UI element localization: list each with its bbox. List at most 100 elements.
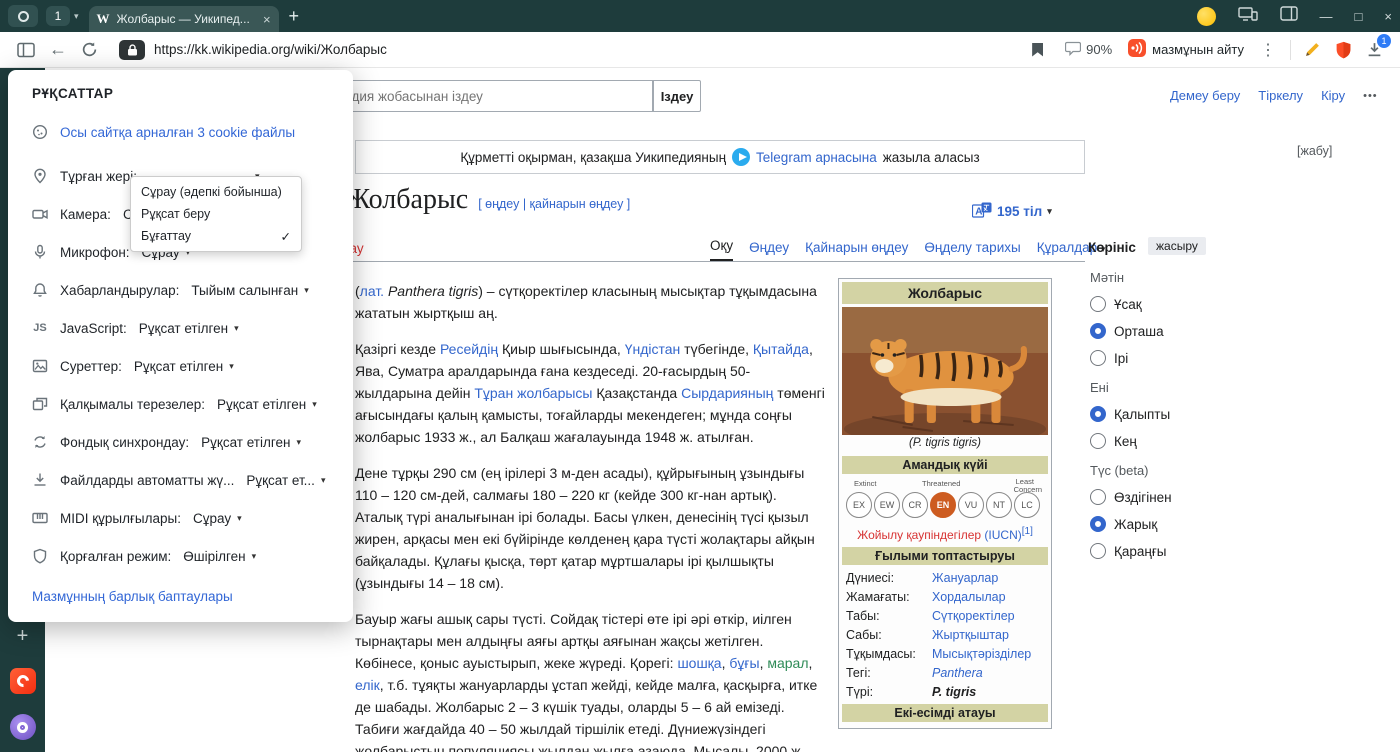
check-icon: ✓: [281, 229, 291, 244]
edit-pencil-icon[interactable]: [1304, 41, 1321, 58]
iucn-link[interactable]: (IUCN): [984, 528, 1021, 542]
radio-color-light[interactable]: Жарық: [1090, 516, 1220, 532]
protected-mode-dropdown[interactable]: Өшірілген▾: [183, 549, 256, 564]
tab-close-icon[interactable]: ×: [263, 12, 271, 27]
tab-edit[interactable]: Өңдеу: [749, 240, 789, 261]
radio-color-auto[interactable]: Өздігінен: [1090, 489, 1220, 505]
inline-link[interactable]: Ресейдің: [440, 341, 498, 357]
inline-link[interactable]: марал: [767, 655, 808, 671]
inline-link[interactable]: елік: [355, 677, 380, 693]
language-selector[interactable]: A 195 тіл ▾: [972, 202, 1052, 221]
lock-icon[interactable]: [119, 40, 145, 60]
devices-icon[interactable]: [1238, 6, 1258, 27]
location-dropdown-menu: Сұрау (әдепкі бойынша) Рұқсат беру Бұғат…: [130, 176, 302, 252]
text-span: Қиыр шығысында,: [498, 341, 625, 357]
add-panel-icon[interactable]: +: [17, 625, 29, 648]
address-bar[interactable]: https://kk.wikipedia.org/wiki/Жолбарыс: [113, 36, 1049, 64]
midi-dropdown[interactable]: Сұрау▾: [193, 511, 242, 526]
menu-item-block-selected[interactable]: Бұғаттау✓: [131, 225, 301, 247]
sidebar-toggle-icon[interactable]: [17, 42, 35, 58]
permission-value: Рұқсат етілген: [139, 321, 228, 336]
taxonomy-link[interactable]: Жануарлар: [932, 571, 998, 585]
inline-link[interactable]: шошқа: [677, 655, 721, 671]
tab-history[interactable]: Өңделу тарихы: [924, 240, 1020, 261]
tab-counter[interactable]: 1: [46, 6, 70, 26]
inline-link[interactable]: лат.: [360, 283, 384, 299]
tab-list-chevron-icon[interactable]: ▾: [74, 11, 79, 22]
menu-item-ask-default[interactable]: Сұрау (әдепкі бойынша): [131, 181, 301, 203]
permission-label: JavaScript:: [60, 321, 127, 336]
inline-link[interactable]: Сырдарияның: [681, 385, 773, 401]
radio-color-dark[interactable]: Қараңғы: [1090, 543, 1220, 559]
bookmark-icon[interactable]: [1032, 43, 1043, 57]
browser-logo-icon[interactable]: [10, 714, 36, 740]
account-avatar[interactable]: [1197, 7, 1216, 26]
tiger-photo[interactable]: [842, 307, 1048, 435]
wiki-search-button[interactable]: Іздеу: [653, 80, 701, 112]
protect-shield-icon[interactable]: [1335, 41, 1352, 59]
minimize-button[interactable]: —: [1320, 9, 1333, 24]
browser-menu-button[interactable]: [8, 5, 38, 27]
status-ew: EW: [874, 492, 900, 518]
taxonomy-link[interactable]: Жыртқыштар: [932, 628, 1009, 642]
header-more-icon[interactable]: •••: [1363, 90, 1378, 102]
tab-edit-source[interactable]: Қайнарын өңдеу: [805, 240, 908, 261]
page-tabs-row: Талқылау Оқу Өңдеу Қайнарын өңдеу Өңделу…: [303, 234, 1085, 262]
radio-text-large[interactable]: Ірі: [1090, 350, 1220, 366]
telegram-link[interactable]: Telegram арнасына: [756, 150, 877, 165]
popups-dropdown[interactable]: Рұқсат етілген▾: [217, 397, 317, 412]
taxonomy-link[interactable]: Мысықтәрізділер: [932, 647, 1031, 661]
cookie-icon: [32, 124, 48, 140]
inline-link[interactable]: Үндістан: [625, 341, 681, 357]
permission-label: Файлдарды автоматты жү...: [60, 473, 234, 488]
back-icon[interactable]: ←: [49, 39, 67, 60]
register-link[interactable]: Тіркелу: [1258, 88, 1303, 103]
chevron-down-icon: ▾: [234, 323, 239, 334]
article-paragraph: (лат. Panthera tigris) – сүтқоректілер к…: [355, 280, 825, 324]
downloads-icon[interactable]: 1: [1366, 41, 1383, 58]
maximize-button[interactable]: □: [1355, 9, 1363, 24]
active-tab[interactable]: W Жолбарыс — Уикипед... ×: [89, 6, 279, 32]
window-close-button[interactable]: ×: [1384, 9, 1392, 24]
permissions-title: РҰҚСАТТАР: [32, 86, 333, 101]
radio-text-small[interactable]: Ұсақ: [1090, 296, 1220, 312]
yandex-app-icon[interactable]: [10, 668, 36, 694]
status-red-link[interactable]: Жойылу қаупіндегілер: [857, 528, 981, 542]
more-options-icon[interactable]: ⋮: [1260, 40, 1276, 60]
taxonomy-row: Тұқымдасы:Мысықтәрізділер: [842, 644, 1048, 663]
donate-link[interactable]: Демеу беру: [1170, 88, 1240, 103]
auto-downloads-dropdown[interactable]: Рұқсат ет...▾: [246, 473, 325, 488]
radio-width-wide[interactable]: Кең: [1090, 433, 1220, 449]
new-tab-button[interactable]: +: [289, 6, 300, 27]
text-span: Қазіргі кезде: [355, 341, 440, 357]
inline-link[interactable]: Қытайда: [753, 341, 809, 357]
permission-value: Тыйым салынған: [191, 283, 298, 298]
all-content-settings-link[interactable]: Мазмұнның барлық баптаулары: [32, 589, 333, 604]
title-edit-links[interactable]: [ өңдеу | қайнарын өңдеу ]: [478, 197, 630, 216]
browser-window: 1 ▾ W Жолбарыс — Уикипед... × + — □ × ← …: [0, 0, 1400, 752]
appearance-hide-button[interactable]: жасыру: [1148, 237, 1206, 255]
zoom-control[interactable]: 90%: [1065, 41, 1112, 59]
reload-icon[interactable]: [81, 41, 98, 58]
side-panel-icon[interactable]: [1280, 6, 1298, 26]
tab-read[interactable]: Оқу: [710, 238, 733, 261]
radio-width-standard[interactable]: Қалыпты: [1090, 406, 1220, 422]
permission-row-background-sync: Фондық синхрондау: Рұқсат етілген▾: [32, 423, 333, 461]
notifications-dropdown[interactable]: Тыйым салынған▾: [191, 283, 308, 298]
inline-link[interactable]: Тұран жолбарысы: [474, 385, 592, 401]
login-link[interactable]: Кіру: [1321, 88, 1345, 103]
cookies-link[interactable]: Осы сайтқа арналған 3 cookie файлы: [32, 115, 333, 149]
background-sync-dropdown[interactable]: Рұқсат етілген▾: [201, 435, 301, 450]
javascript-dropdown[interactable]: Рұқсат етілген ▾: [139, 321, 239, 336]
reference-link[interactable]: [1]: [1022, 526, 1033, 537]
images-dropdown[interactable]: Рұқсат етілген▾: [134, 359, 234, 374]
taxonomy-link[interactable]: Хордалылар: [932, 590, 1006, 604]
banner-close-link[interactable]: [жабу]: [1297, 144, 1332, 158]
taxonomy-link[interactable]: Panthera: [932, 666, 983, 680]
radio-text-standard[interactable]: Орташа: [1090, 323, 1220, 339]
menu-item-allow[interactable]: Рұқсат беру: [131, 203, 301, 225]
article-paragraph: Қазіргі кезде Ресейдің Қиыр шығысында, Ү…: [355, 338, 825, 448]
inline-link[interactable]: бұғы: [729, 655, 759, 671]
read-aloud-button[interactable]: мазмұнын айту: [1128, 39, 1244, 60]
taxonomy-link[interactable]: Сүтқоректілер: [932, 609, 1015, 623]
